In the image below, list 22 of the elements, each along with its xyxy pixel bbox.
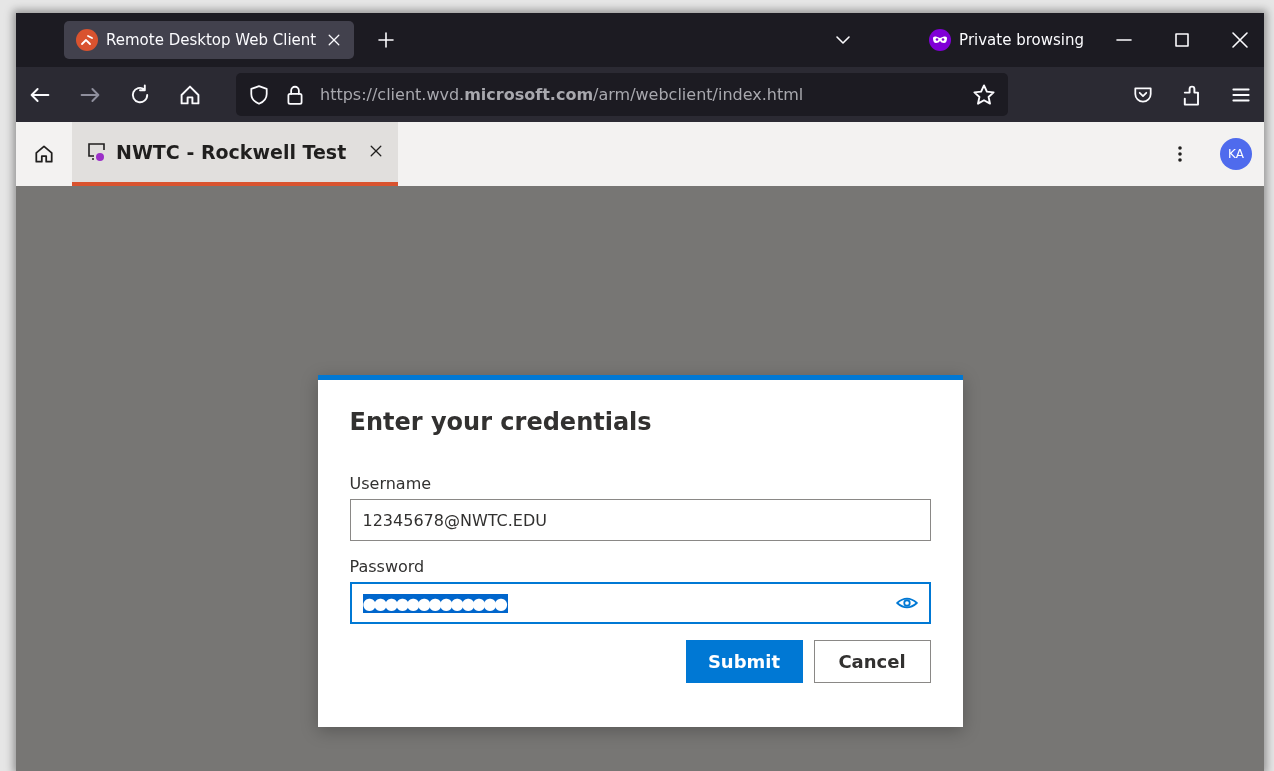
password-field[interactable]: ●●●●●●●●●●●●● xyxy=(349,582,931,624)
home-icon[interactable] xyxy=(33,143,55,165)
shield-icon xyxy=(248,83,270,106)
field-label: Username xyxy=(349,474,433,493)
star-icon[interactable] xyxy=(972,82,996,107)
cancel-button[interactable]: Cancel xyxy=(813,640,931,683)
private-browsing-label: Private browsing xyxy=(959,31,1084,49)
plus-icon[interactable] xyxy=(376,30,396,50)
submit-button[interactable]: Submit xyxy=(685,640,803,683)
address-bar[interactable]: https://client.wvd.microsoft.com/arm/webclient/index.html xyxy=(236,73,1008,116)
remote-session-icon xyxy=(86,141,108,163)
remote-desktop-icon xyxy=(76,29,98,51)
maximize-icon[interactable] xyxy=(1172,30,1192,50)
user-avatar[interactable]: KA xyxy=(1220,138,1252,170)
close-icon[interactable] xyxy=(1230,30,1250,50)
username-field[interactable]: 12345678@NWTC.EDU xyxy=(349,499,931,541)
dialog-title: Enter your credentials xyxy=(349,408,653,436)
field-label: Password xyxy=(349,557,426,576)
mask-icon xyxy=(929,29,952,51)
browser-tab[interactable]: Remote Desktop Web Client xyxy=(64,21,354,59)
close-icon[interactable] xyxy=(326,32,342,48)
session-tab[interactable]: NWTC - Rockwell Test xyxy=(72,122,399,186)
